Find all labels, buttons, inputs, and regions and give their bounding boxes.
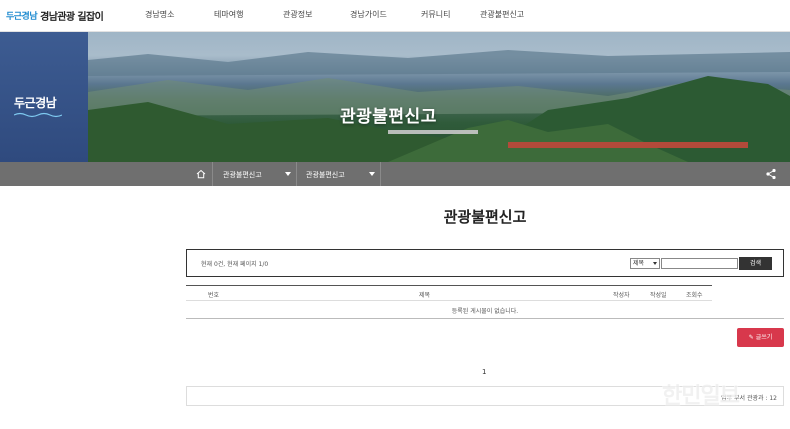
search-input[interactable] (661, 258, 738, 269)
nav-item-attractions[interactable]: 경남명소 (145, 9, 174, 20)
chevron-down-icon (285, 172, 291, 176)
nav-item-tour-info[interactable]: 관광정보 (283, 9, 312, 20)
watermark-logo: 한민일보 (662, 378, 741, 410)
column-header-views: 조회수 (686, 292, 703, 299)
logo-mark: 두근경남 (6, 11, 38, 22)
top-navigation-bar: 두근경남 경남관광 길잡이 경남명소 테마여행 관광정보 경남가이드 커뮤니티 … (0, 0, 790, 32)
column-header-author: 작성자 (613, 292, 630, 299)
table-header: 번호 제목 작성자 작성일 조회수 (186, 285, 712, 301)
pagination-page-1[interactable]: 1 (482, 368, 486, 376)
sub-navigation-bar: 관광불편신고 관광불편신고 (0, 162, 790, 186)
column-header-title: 제목 (419, 292, 431, 299)
share-icon[interactable] (765, 168, 777, 180)
search-button[interactable]: 검색 (739, 257, 772, 270)
hero-side-logo: 두근경남 (14, 96, 57, 110)
subnav-dropdown-2[interactable]: 관광불편신고 (306, 170, 345, 180)
home-icon[interactable] (196, 169, 206, 179)
column-header-date: 작성일 (650, 292, 667, 299)
search-select-value: 제목 (633, 260, 645, 267)
pencil-icon: ✎ (748, 334, 754, 341)
divider (296, 162, 297, 186)
empty-message: 등록된 게시물이 없습니다. (451, 308, 519, 315)
page-title: 관광불편신고 (443, 208, 527, 226)
hero-title: 관광불편신고 (340, 107, 437, 127)
hero-side-panel: 두근경남 (0, 32, 88, 162)
column-header-number: 번호 (208, 292, 220, 299)
nav-item-community[interactable]: 커뮤니티 (421, 9, 450, 20)
nav-item-theme-travel[interactable]: 테마여행 (214, 9, 243, 20)
nav-item-complaint[interactable]: 관광불편신고 (480, 9, 524, 20)
search-box: 현재 0건, 현재 페이지 1/0 제목 검색 (186, 249, 784, 277)
chevron-down-icon (369, 172, 375, 176)
logo-text: 경남관광 길잡이 (40, 11, 104, 23)
hero-landscape-photo (88, 32, 790, 162)
board-table: 번호 제목 작성자 작성일 조회수 등록된 게시물이 없습니다. (186, 285, 784, 319)
result-count-text: 현재 0건, 현재 페이지 1/0 (201, 261, 269, 268)
nav-item-guide[interactable]: 경남가이드 (350, 9, 387, 20)
write-button[interactable]: ✎ 글쓰기 (737, 328, 784, 347)
search-field-select[interactable]: 제목 (630, 258, 660, 269)
chevron-down-icon (653, 262, 657, 265)
table-row: 등록된 게시물이 없습니다. (186, 301, 784, 319)
wave-icon (14, 112, 62, 118)
write-button-label: 글쓰기 (755, 334, 773, 341)
watermark-text: 한민일보 (662, 384, 741, 410)
subnav-dropdown-1[interactable]: 관광불편신고 (223, 170, 262, 180)
divider (380, 162, 381, 186)
divider (212, 162, 213, 186)
hero-banner: 두근경남 관광불편신고 (0, 32, 790, 162)
site-logo[interactable]: 두근경남 경남관광 길잡이 (6, 6, 104, 24)
landscape-illustration (88, 50, 790, 162)
